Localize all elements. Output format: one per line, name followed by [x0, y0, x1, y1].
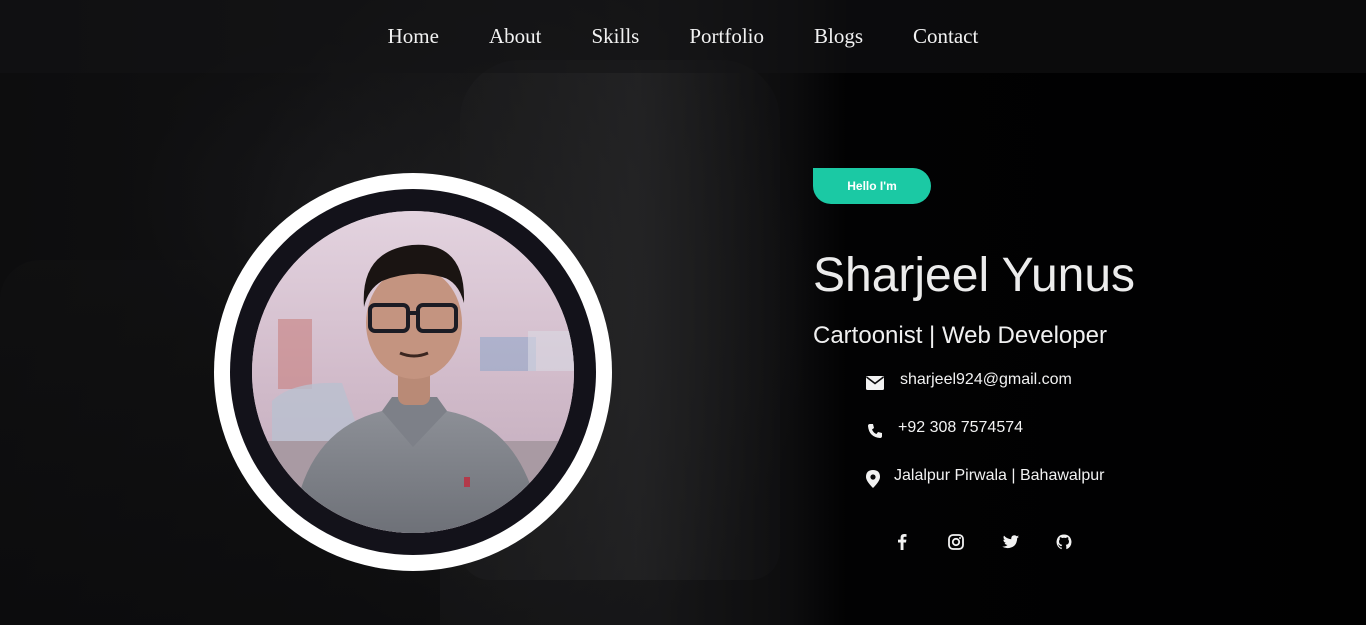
twitter-link[interactable]: [998, 532, 1022, 556]
phone-icon: [866, 422, 884, 440]
contact-email: sharjeel924@gmail.com: [866, 368, 1072, 392]
nav-portfolio-link[interactable]: Portfolio: [689, 24, 764, 49]
nav-home-link[interactable]: Home: [388, 24, 439, 49]
background-overlay: [0, 0, 1366, 625]
navbar: Home About Skills Portfolio Blogs Contac…: [0, 0, 1366, 73]
profile-photo: [252, 211, 574, 533]
envelope-icon: [866, 374, 884, 392]
contact-location-text: Jalalpur Pirwala | Bahawalpur: [894, 467, 1105, 484]
instagram-link[interactable]: [944, 532, 968, 556]
social-links: [890, 532, 1106, 556]
instagram-icon: [948, 533, 964, 555]
facebook-icon: [897, 533, 907, 555]
hello-badge: Hello I'm: [813, 168, 931, 204]
background-photo: [0, 0, 1366, 625]
facebook-link[interactable]: [890, 532, 914, 556]
contact-email-text[interactable]: sharjeel924@gmail.com: [900, 371, 1072, 389]
nav-about-link[interactable]: About: [489, 24, 542, 49]
contact-phone-text[interactable]: +92 308 7574574: [898, 419, 1023, 437]
profile-name: Sharjeel Yunus: [813, 249, 1136, 302]
twitter-icon: [1001, 534, 1019, 554]
contact-phone: +92 308 7574574: [866, 416, 1023, 440]
nav-blogs-link[interactable]: Blogs: [814, 24, 863, 49]
nav-contact-link[interactable]: Contact: [913, 24, 978, 49]
nav-skills-link[interactable]: Skills: [591, 24, 639, 49]
github-icon: [1056, 534, 1072, 555]
profile-avatar-ring: [214, 173, 612, 571]
profile-tagline: Cartoonist | Web Developer: [813, 322, 1107, 349]
profile-photo-illustration: [252, 211, 574, 533]
github-link[interactable]: [1052, 532, 1076, 556]
map-pin-icon: [864, 470, 882, 488]
portfolio-page: Home About Skills Portfolio Blogs Contac…: [0, 0, 1366, 625]
contact-location: Jalalpur Pirwala | Bahawalpur: [864, 464, 1104, 488]
profile-avatar-border: [230, 189, 596, 555]
